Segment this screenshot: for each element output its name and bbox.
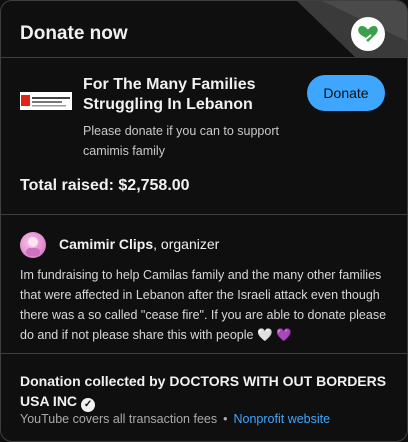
donate-panel: Donate now For The Many Families Struggl… xyxy=(0,0,408,442)
heart-hand-icon xyxy=(351,17,385,51)
collection-text: Donation collected by DOCTORS WITH OUT B… xyxy=(20,373,387,409)
campaign-title: For The Many Families Struggling In Leba… xyxy=(83,76,256,113)
organizer-name[interactable]: Camimir Clips xyxy=(59,236,153,252)
organizer-line: Camimir Clips, organizer xyxy=(59,236,219,252)
fees-line: YouTube covers all transaction fees • Nonp… xyxy=(20,412,330,426)
collection-info: Donation collected by DOCTORS WITH OUT B… xyxy=(20,371,392,412)
organizer-avatar[interactable] xyxy=(20,232,46,258)
header-decoration xyxy=(297,1,407,57)
organizer-story: Im fundraising to help Camilas family an… xyxy=(20,268,387,342)
separator-dot: • xyxy=(223,412,228,426)
panel-header: Donate now xyxy=(1,1,407,58)
campaign-thumbnail xyxy=(20,92,72,110)
donate-button[interactable]: Donate xyxy=(307,75,385,111)
fees-text: YouTube covers all transaction fees xyxy=(20,412,218,426)
campaign-section: For The Many Families Struggling In Leba… xyxy=(1,58,407,215)
organizer-role: , organizer xyxy=(153,236,220,252)
verified-check-icon: ✓ xyxy=(81,398,96,412)
campaign-description: Please donate if you can to support cami… xyxy=(83,124,279,158)
collection-section: Donation collected by DOCTORS WITH OUT B… xyxy=(1,354,407,434)
organizer-section: Camimir Clips, organizer Im fundraising … xyxy=(1,215,407,354)
panel-title: Donate now xyxy=(20,23,128,44)
total-raised: Total raised: $2,758.00 xyxy=(20,177,190,194)
nonprofit-website-link[interactable]: Nonprofit website xyxy=(234,412,331,426)
